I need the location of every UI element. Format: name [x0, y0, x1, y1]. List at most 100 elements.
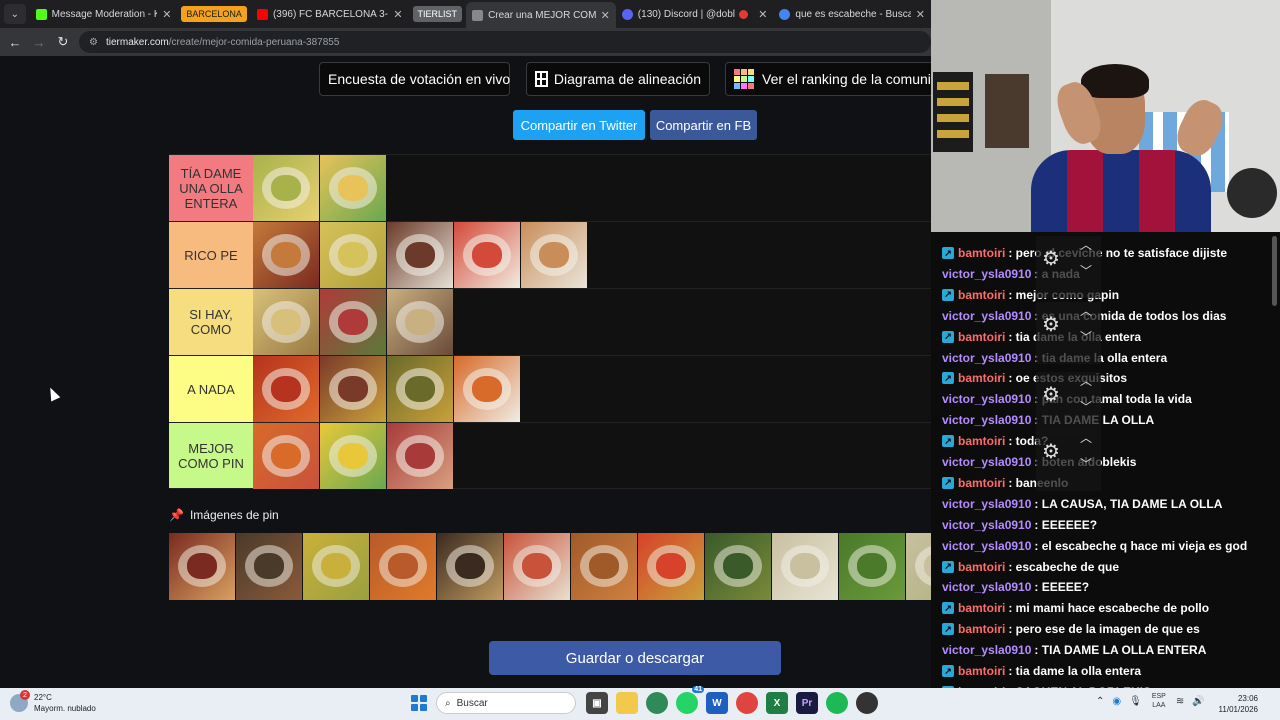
- tier-label[interactable]: SI HAY, COMO: [169, 289, 253, 355]
- chevron-down-icon[interactable]: ﹀: [1080, 455, 1092, 472]
- pin-food-image[interactable]: [236, 533, 302, 600]
- pin-food-image[interactable]: [571, 533, 637, 600]
- tier-label[interactable]: TÍA DAME UNA OLLA ENTERA: [169, 155, 253, 221]
- pin-food-image[interactable]: [303, 533, 369, 600]
- chat-username[interactable]: victor_ysla0910: [942, 643, 1031, 657]
- tab-search-button[interactable]: ⌄: [4, 4, 26, 24]
- chat-username[interactable]: victor_ysla0910: [942, 497, 1031, 511]
- close-tab-icon[interactable]: ✕: [162, 8, 171, 21]
- spotify-icon[interactable]: [826, 692, 848, 714]
- pin-food-image[interactable]: [504, 533, 570, 600]
- tab-tiermaker[interactable]: Crear una MEJOR COMIDA PER ✕: [466, 2, 616, 28]
- reload-icon[interactable]: ↻: [51, 30, 75, 54]
- chevron-up-icon[interactable]: ︿: [1080, 302, 1092, 319]
- chat-username[interactable]: victor_ysla0910: [942, 455, 1031, 469]
- wifi-icon[interactable]: ≋: [1176, 696, 1184, 707]
- forward-arrow-icon[interactable]: →: [27, 30, 51, 54]
- volume-icon[interactable]: 🔊: [1192, 696, 1204, 707]
- chat-username[interactable]: victor_ysla0910: [942, 580, 1031, 594]
- tab-discord[interactable]: (130) Discord | @doblekis. ✕: [616, 2, 774, 26]
- chat-username[interactable]: victor_ysla0910: [942, 351, 1031, 365]
- tab-google-search[interactable]: que es escabeche - Buscar con ✕: [773, 2, 931, 26]
- tab-kick-moderation[interactable]: Message Moderation - Kick Da ✕: [30, 2, 178, 26]
- food-image[interactable]: [454, 356, 520, 422]
- close-tab-icon[interactable]: ✕: [916, 8, 925, 21]
- microphone-icon[interactable]: 🎙: [1129, 696, 1142, 707]
- file-explorer-icon[interactable]: [616, 692, 638, 714]
- tray-app-icon[interactable]: ◉: [1112, 696, 1121, 707]
- chat-username[interactable]: bamtoiri: [958, 246, 1005, 260]
- food-image[interactable]: [387, 423, 453, 489]
- chat-username[interactable]: bamtoiri: [958, 601, 1005, 615]
- chat-username[interactable]: bamtoiri: [958, 330, 1005, 344]
- chat-scrollbar[interactable]: [1272, 236, 1277, 306]
- pin-food-image[interactable]: [169, 533, 235, 600]
- food-image[interactable]: [320, 155, 386, 221]
- food-image[interactable]: [320, 222, 386, 288]
- food-image[interactable]: [387, 356, 453, 422]
- close-tab-icon[interactable]: ✕: [393, 8, 402, 21]
- alignment-chart-button[interactable]: Diagrama de alineación: [526, 62, 710, 96]
- close-tab-icon[interactable]: ✕: [758, 8, 767, 21]
- pin-food-image[interactable]: [370, 533, 436, 600]
- tab-youtube-barcelona[interactable]: (396) FC BARCELONA 3-2 REAL ✕: [251, 2, 409, 26]
- gear-icon[interactable]: ⚙: [1042, 439, 1060, 464]
- language-indicator[interactable]: ESP LAA: [1152, 692, 1166, 710]
- pin-food-image[interactable]: [839, 533, 905, 600]
- whatsapp-icon[interactable]: 41: [676, 686, 704, 714]
- save-download-button[interactable]: Guardar o descargar: [489, 641, 781, 675]
- tab-group-barcelona[interactable]: BARCELONA: [181, 6, 247, 22]
- tier-label[interactable]: RICO PE: [169, 222, 253, 288]
- premiere-icon[interactable]: Pr: [796, 692, 818, 714]
- food-image[interactable]: [320, 289, 386, 355]
- app-icon[interactable]: [736, 692, 758, 714]
- gear-icon[interactable]: ⚙: [1042, 246, 1060, 271]
- chat-username[interactable]: victor_ysla0910: [942, 267, 1031, 281]
- windows-start-icon[interactable]: [408, 692, 430, 714]
- excel-icon[interactable]: X: [766, 692, 788, 714]
- community-ranking-button[interactable]: Ver el ranking de la comunidad: [725, 62, 931, 96]
- chat-username[interactable]: bamtoiri: [958, 434, 1005, 448]
- chevron-down-icon[interactable]: ﹀: [1080, 262, 1092, 279]
- pin-food-image[interactable]: [437, 533, 503, 600]
- chat-username[interactable]: victor_ysla0910: [942, 413, 1031, 427]
- back-arrow-icon[interactable]: ←: [3, 30, 27, 54]
- chat-username[interactable]: bamtoiri: [958, 288, 1005, 302]
- system-clock[interactable]: 23:06 11/01/2026: [1219, 693, 1258, 715]
- food-image[interactable]: [253, 289, 319, 355]
- chrome-icon[interactable]: [646, 692, 668, 714]
- taskbar-search-input[interactable]: ⌕ Buscar: [436, 692, 576, 714]
- pin-food-image[interactable]: [638, 533, 704, 600]
- tier-label[interactable]: A NADA: [169, 356, 253, 422]
- food-image[interactable]: [521, 222, 587, 288]
- obs-icon[interactable]: [856, 692, 878, 714]
- chat-username[interactable]: victor_ysla0910: [942, 309, 1031, 323]
- food-image[interactable]: [253, 423, 319, 489]
- share-twitter-button[interactable]: Compartir en Twitter: [513, 110, 645, 140]
- food-image[interactable]: [454, 222, 520, 288]
- chat-username[interactable]: bamtoiri: [958, 371, 1005, 385]
- task-view-icon[interactable]: ▣: [586, 692, 608, 714]
- tier-label[interactable]: MEJOR COMO PIN: [169, 423, 253, 488]
- pin-food-image[interactable]: [772, 533, 838, 600]
- chevron-up-icon[interactable]: ︿: [1080, 236, 1092, 253]
- site-info-icon[interactable]: ⚙: [89, 37, 98, 48]
- food-image[interactable]: [253, 222, 319, 288]
- gear-icon[interactable]: ⚙: [1042, 312, 1060, 337]
- chevron-down-icon[interactable]: ﹀: [1080, 328, 1092, 345]
- chat-username[interactable]: bamtoiri: [958, 476, 1005, 490]
- pin-food-image[interactable]: [906, 533, 931, 600]
- chat-username[interactable]: bamtoiri: [958, 664, 1005, 678]
- food-image[interactable]: [387, 289, 453, 355]
- live-vote-button[interactable]: Encuesta de votación en vivo: [319, 62, 510, 96]
- food-image[interactable]: [387, 222, 453, 288]
- word-icon[interactable]: W: [706, 692, 728, 714]
- chat-username[interactable]: victor_ysla0910: [942, 539, 1031, 553]
- chat-username[interactable]: bamtoiri: [958, 560, 1005, 574]
- chat-username[interactable]: bamtoiri: [958, 622, 1005, 636]
- chevron-up-icon[interactable]: ︿: [1080, 372, 1092, 389]
- food-image[interactable]: [320, 423, 386, 489]
- gear-icon[interactable]: ⚙: [1042, 382, 1060, 407]
- chevron-up-icon[interactable]: ⌃: [1096, 696, 1104, 707]
- chat-username[interactable]: victor_ysla0910: [942, 392, 1031, 406]
